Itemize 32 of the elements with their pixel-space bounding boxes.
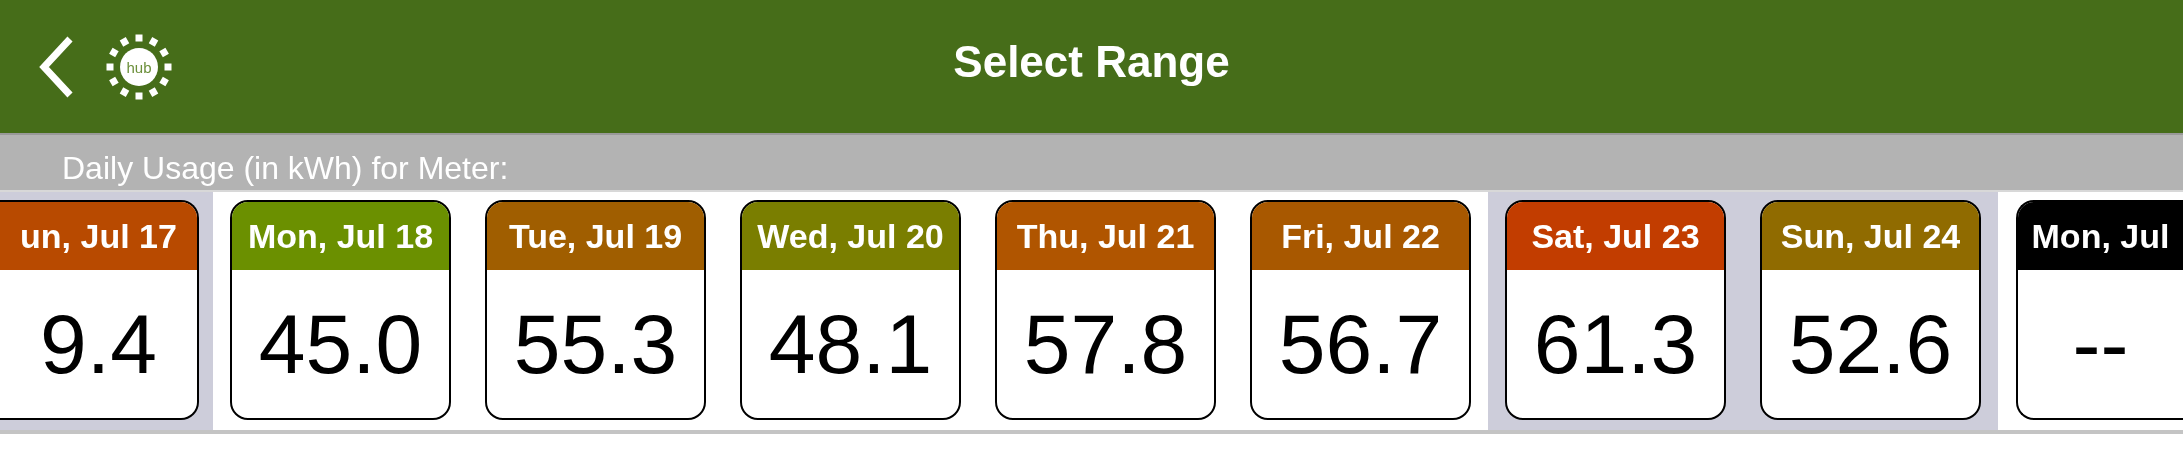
day-card[interactable]: Thu, Jul 21 57.8 (995, 200, 1216, 420)
day-card[interactable]: Fri, Jul 22 56.7 (1250, 200, 1471, 420)
logo-text: hub (126, 59, 152, 74)
hub-logo-icon (106, 33, 172, 100)
day-date-header: Wed, Jul 20 (742, 202, 959, 270)
day-card[interactable]: Mon, Jul 18 45.0 (230, 200, 451, 420)
day-date-header: Mon, Jul 18 (232, 202, 449, 270)
usage-value: 9.4 (39, 296, 158, 393)
day-date-header: Tue, Jul 19 (487, 202, 704, 270)
day-date-header: Mon, Jul (2018, 202, 2183, 270)
back-chevron-icon (38, 34, 74, 99)
day-date-header: Sun, Jul 24 (1762, 202, 1979, 270)
usage-value: 52.6 (1787, 296, 1954, 393)
usage-value: -- (2071, 296, 2130, 393)
day-date-header: un, Jul 17 (0, 202, 197, 270)
day-date-header: Thu, Jul 21 (997, 202, 1214, 270)
day-date-header: Fri, Jul 22 (1252, 202, 1469, 270)
day-card[interactable]: Mon, Jul -- (2016, 200, 2183, 420)
usage-value: 45.0 (257, 296, 424, 393)
usage-value: 57.8 (1022, 296, 1189, 393)
usage-value: 61.3 (1532, 296, 1699, 393)
day-card[interactable]: Tue, Jul 19 55.3 (485, 200, 706, 420)
usage-value: 56.7 (1277, 296, 1444, 393)
usage-value: 55.3 (512, 296, 679, 393)
day-card[interactable]: Sun, Jul 24 52.6 (1760, 200, 1981, 420)
day-card[interactable]: Wed, Jul 20 48.1 (740, 200, 961, 420)
day-card[interactable]: un, Jul 17 9.4 (0, 200, 199, 420)
day-date-header: Sat, Jul 23 (1507, 202, 1724, 270)
usage-value: 48.1 (767, 296, 934, 393)
day-card[interactable]: Sat, Jul 23 61.3 (1505, 200, 1726, 420)
section-label: Daily Usage (in kWh) for Meter: (62, 152, 509, 184)
screen-title: Select Range (953, 40, 1230, 84)
